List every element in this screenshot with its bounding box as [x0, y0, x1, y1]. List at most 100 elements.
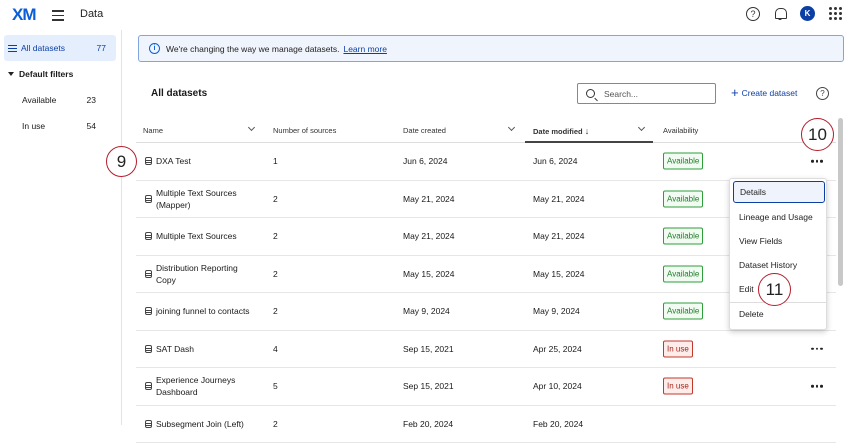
table-row[interactable]: Experience Journeys Dashboard 5 Sep 15, 20… [136, 368, 836, 406]
sidebar-item-count: 23 [87, 95, 96, 105]
date-modified: Apr 10, 2024 [533, 381, 582, 391]
app-grid-icon[interactable] [829, 7, 842, 20]
sidebar-item-all-datasets[interactable]: All datasets 77 [4, 35, 116, 61]
step-callout-11: 11 [758, 273, 791, 306]
header-availability: Availability [663, 126, 698, 135]
default-filters-toggle[interactable]: Default filters [8, 69, 73, 79]
info-banner: i We're changing the way we manage datas… [138, 35, 844, 62]
sidebar-item-label: In use [22, 121, 45, 131]
chevron-down-icon[interactable] [508, 124, 515, 131]
dataset-name[interactable]: Distribution Reporting Copy [156, 262, 256, 286]
row-context-menu: Details Lineage and Usage View Fields Da… [729, 178, 827, 330]
more-actions-icon[interactable] [811, 385, 823, 388]
date-created: May 15, 2024 [403, 269, 455, 279]
date-modified: Jun 6, 2024 [533, 156, 577, 166]
source-count: 2 [273, 231, 278, 241]
more-actions-icon[interactable] [811, 348, 823, 351]
source-count: 4 [273, 344, 278, 354]
plus-icon: + [731, 88, 739, 98]
info-icon: i [149, 43, 160, 54]
status-badge: Available [663, 228, 703, 245]
dataset-name[interactable]: DXA Test [156, 155, 191, 167]
create-dataset-button[interactable]: + Create dataset [731, 88, 797, 98]
caret-down-icon [8, 72, 14, 76]
table-row[interactable]: SAT Dash4Sep 15, 2021Apr 25, 2024In use [136, 331, 836, 369]
dataset-icon [145, 345, 152, 353]
dataset-name[interactable]: Subsegment Join (Left) [156, 418, 244, 430]
app-title: Data [80, 8, 103, 20]
status-badge: In use [663, 340, 693, 357]
source-count: 2 [273, 306, 278, 316]
date-modified: Apr 25, 2024 [533, 344, 582, 354]
dataset-name[interactable]: SAT Dash [156, 343, 194, 355]
status-badge: Available [663, 190, 703, 207]
sort-arrow-icon: ↓ [585, 126, 590, 136]
avatar[interactable]: K [800, 6, 815, 21]
date-created: May 21, 2024 [403, 231, 455, 241]
step-callout-10: 10 [801, 118, 834, 151]
scrollbar[interactable] [838, 118, 843, 286]
status-badge: In use [663, 378, 693, 395]
sidebar-item-available[interactable]: Available 23 [22, 95, 96, 105]
chevron-down-icon[interactable] [248, 124, 255, 131]
top-bar: XM Data ? K [0, 0, 850, 30]
dataset-name[interactable]: Multiple Text Sources (Mapper) [156, 187, 256, 211]
table-row[interactable]: Subsegment Join (Left) 2 Feb 20, 2024 Feb 2… [136, 406, 836, 443]
help-icon[interactable]: ? [816, 87, 829, 100]
header-name[interactable]: Name [143, 126, 163, 135]
menu-item-delete[interactable]: Delete [733, 303, 825, 325]
table-row[interactable]: DXA Test1Jun 6, 2024Jun 6, 2024Available [136, 143, 836, 181]
header-date-modified-label: Date modified [533, 127, 583, 136]
bell-icon[interactable] [774, 7, 786, 20]
step-callout-9: 9 [106, 146, 137, 177]
dataset-icon [145, 382, 152, 390]
source-count: 2 [273, 419, 278, 429]
search-input[interactable]: Search... [577, 83, 716, 104]
source-count: 1 [273, 156, 278, 166]
menu-item-details[interactable]: Details [733, 181, 825, 203]
header-date-created[interactable]: Date created [403, 126, 446, 135]
dataset-name[interactable]: Multiple Text Sources [156, 230, 237, 242]
sidebar-item-count: 54 [87, 121, 96, 131]
date-modified: Feb 20, 2024 [533, 419, 583, 429]
source-count: 2 [273, 194, 278, 204]
date-created: Jun 6, 2024 [403, 156, 447, 166]
menu-item-lineage[interactable]: Lineage and Usage [733, 206, 825, 228]
learn-more-link[interactable]: Learn more [343, 44, 386, 54]
hamburger-menu-icon[interactable] [52, 10, 64, 20]
date-created: Feb 20, 2024 [403, 419, 453, 429]
date-modified: May 15, 2024 [533, 269, 585, 279]
sidebar: All datasets 77 Default filters Availabl… [0, 30, 122, 425]
xm-logo[interactable]: XM [12, 5, 36, 25]
dataset-icon [145, 157, 152, 165]
date-created: May 21, 2024 [403, 194, 455, 204]
dataset-name[interactable]: Experience Journeys Dashboard [156, 374, 256, 398]
sidebar-item-label: All datasets [21, 43, 65, 53]
date-created: Sep 15, 2021 [403, 381, 454, 391]
status-badge: Available [663, 303, 703, 320]
search-placeholder: Search... [604, 89, 638, 99]
banner-text: We're changing the way we manage dataset… [166, 44, 339, 54]
sidebar-item-label: Available [22, 95, 56, 105]
dataset-name[interactable]: joining funnel to contacts [156, 305, 250, 317]
dataset-icon [145, 307, 152, 315]
sidebar-item-in-use[interactable]: In use 54 [22, 121, 96, 131]
date-created: May 9, 2024 [403, 306, 450, 316]
source-count: 5 [273, 381, 278, 391]
create-dataset-label: Create dataset [742, 88, 798, 98]
group-label: Default filters [19, 69, 73, 79]
header-date-modified[interactable]: Date modified ↓ [533, 126, 589, 136]
menu-item-view-fields[interactable]: View Fields [733, 230, 825, 252]
search-icon [586, 89, 595, 98]
dataset-icon [145, 232, 152, 240]
top-icons: ? K [746, 6, 842, 21]
dataset-icon [145, 270, 152, 278]
status-badge: Available [663, 265, 703, 282]
help-icon[interactable]: ? [746, 7, 760, 21]
dataset-icon [145, 195, 152, 203]
more-actions-icon[interactable] [811, 160, 823, 163]
date-modified: May 21, 2024 [533, 231, 585, 241]
list-icon [8, 45, 17, 52]
table-header: Name Number of sources Date created Date… [136, 118, 836, 143]
header-sources: Number of sources [273, 126, 336, 135]
